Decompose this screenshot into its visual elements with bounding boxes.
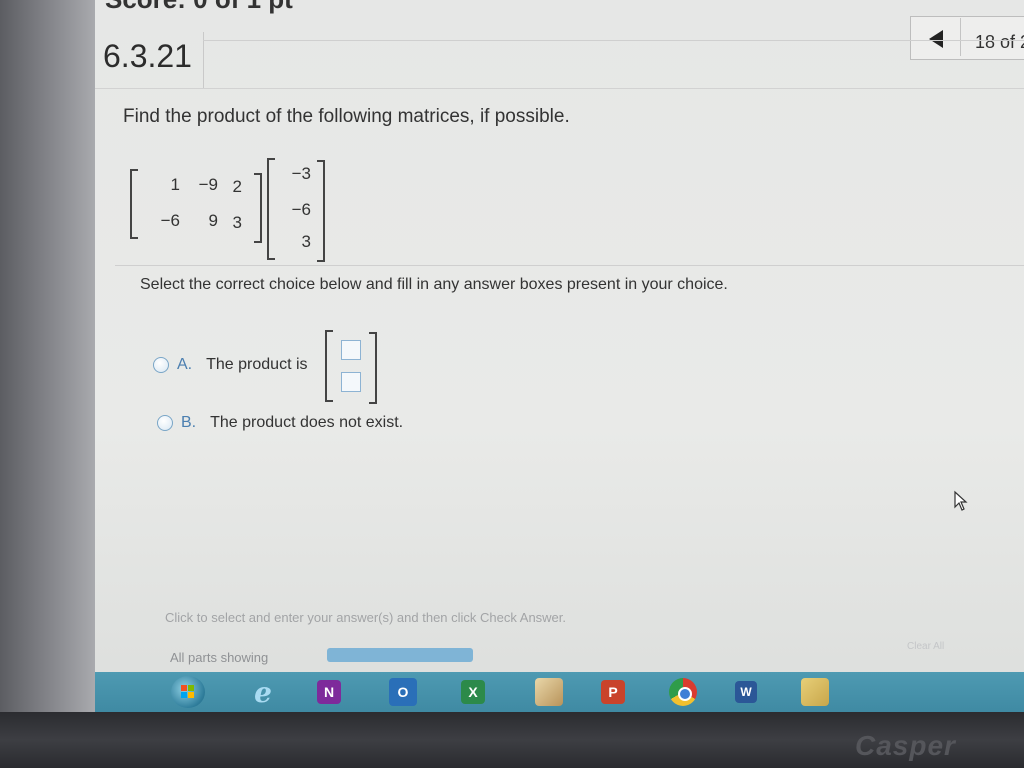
choice-b-letter: B. (181, 414, 197, 431)
chrome-icon[interactable] (669, 678, 697, 706)
answer-right-bracket (369, 332, 377, 404)
section-divider (115, 265, 1024, 266)
internet-explorer-icon[interactable]: e (249, 676, 277, 709)
onenote-icon[interactable]: N (317, 680, 341, 704)
previous-question-button[interactable] (923, 26, 959, 52)
nav-divider (960, 18, 961, 56)
matrix-a-left-bracket (130, 169, 138, 239)
instruction-text: Select the correct choice below and fill… (140, 276, 728, 293)
header-divider (203, 40, 1024, 41)
choice-b[interactable]: B. The product does not exist. (157, 414, 403, 432)
score-text: Score: 0 of 1 pt (105, 0, 293, 15)
matrix-a: 1 −9 2 −6 9 3 (130, 165, 262, 243)
matrix-a-cell: −6 (160, 211, 180, 230)
progress-bar (327, 648, 473, 662)
matrix-b-left-bracket (267, 158, 275, 260)
matrix-b-right-bracket (317, 160, 325, 262)
choice-a-radio[interactable] (153, 357, 169, 373)
footer-hint: Click to select and enter your answer(s)… (165, 610, 567, 625)
matrix-a-cell: 3 (232, 213, 242, 232)
choice-b-text: The product does not exist. (210, 414, 404, 431)
screen: Score: 0 of 1 pt 18 of 2 6.3.21 Find the… (95, 0, 1024, 712)
monitor-brand: Casper (855, 730, 956, 761)
excel-icon[interactable]: X (461, 680, 485, 704)
header-bottom-divider (95, 88, 1024, 89)
matrix-a-cell: 1 (170, 175, 180, 194)
matrix-b-cell: −3 (291, 164, 311, 183)
powerpoint-icon[interactable]: P (601, 680, 625, 704)
matrix-b-cell: −6 (291, 200, 311, 219)
answer-box-top[interactable] (341, 340, 361, 360)
matrix-b-cell: 3 (301, 232, 311, 251)
clear-all-button[interactable]: Clear All (907, 641, 944, 652)
parts-showing-label: All parts showing (170, 650, 269, 665)
answer-box-bottom[interactable] (341, 372, 361, 392)
triangle-left-icon (929, 30, 943, 48)
question-counter: 18 of 2 (975, 32, 1024, 52)
score-strip: Score: 0 of 1 pt (95, 0, 1024, 18)
file-explorer-icon[interactable] (801, 678, 829, 706)
photos-icon[interactable] (535, 678, 563, 706)
choice-a[interactable]: A. The product is (153, 356, 308, 374)
choice-a-letter: A. (177, 356, 193, 373)
answer-matrix (325, 330, 377, 404)
start-button[interactable] (171, 676, 205, 708)
question-number: 6.3.21 (103, 38, 192, 74)
answer-left-bracket (325, 330, 333, 402)
word-icon[interactable]: W (735, 681, 757, 703)
taskbar: e N O X P W (95, 672, 1024, 712)
choice-b-radio[interactable] (157, 415, 173, 431)
mouse-pointer-icon (954, 490, 968, 511)
question-prompt: Find the product of the following matric… (123, 106, 570, 127)
matrix-a-cell: 2 (232, 177, 242, 196)
matrix-a-right-bracket (254, 173, 262, 243)
choice-a-text: The product is (206, 356, 308, 373)
monitor-bezel-left (0, 0, 95, 768)
windows-logo-icon (181, 685, 194, 698)
matrix-b: −3 −6 3 (267, 156, 327, 262)
outlook-icon[interactable]: O (389, 678, 417, 706)
